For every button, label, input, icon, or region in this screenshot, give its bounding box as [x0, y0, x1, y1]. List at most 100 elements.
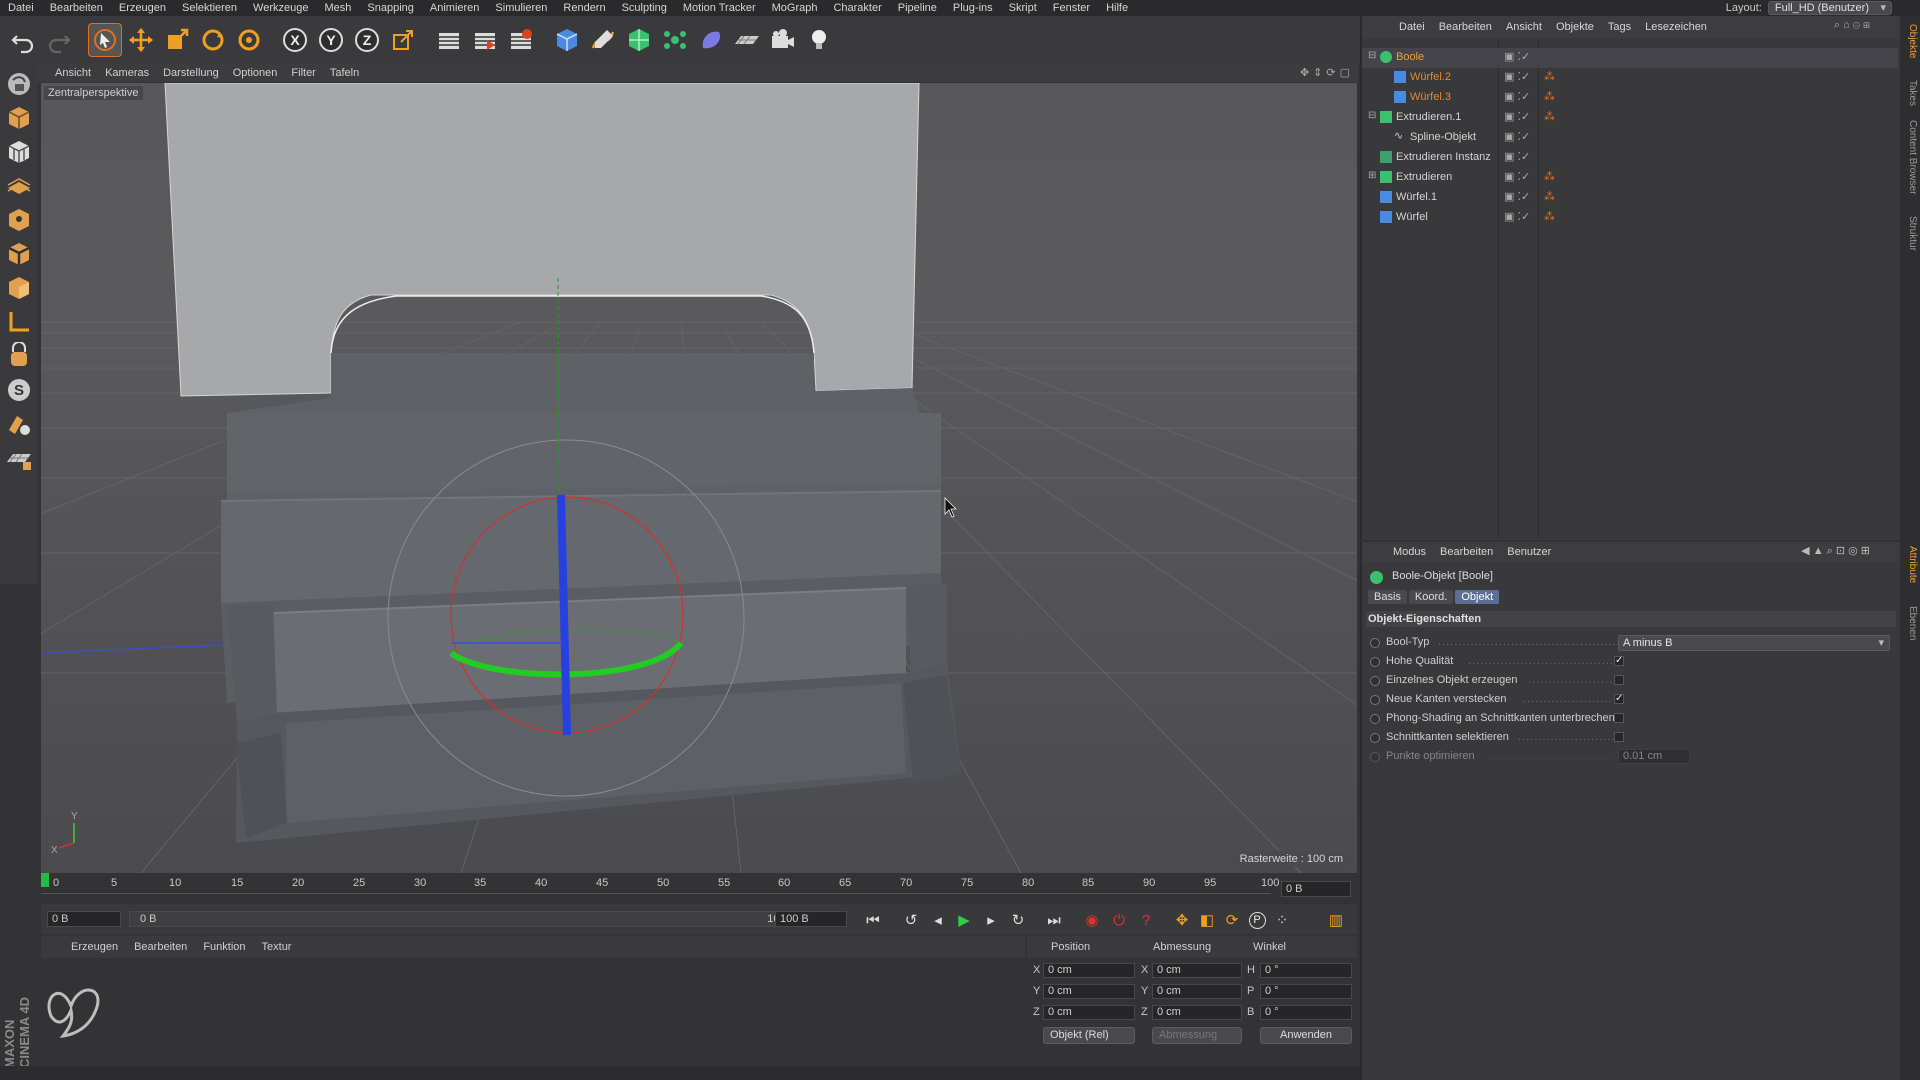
viewport-menu-filter[interactable]: Filter: [284, 67, 322, 79]
menu-snapping[interactable]: Snapping: [359, 2, 422, 14]
menu-rendern[interactable]: Rendern: [555, 2, 613, 14]
menu-animieren[interactable]: Animieren: [422, 2, 488, 14]
scale-key-icon[interactable]: ◧: [1196, 910, 1218, 930]
menu-datei[interactable]: Datei: [0, 2, 42, 14]
checkbox-unchecked[interactable]: [1614, 713, 1624, 723]
snap-icon[interactable]: [3, 340, 35, 372]
timeline-ruler[interactable]: 0 5 10 15 20 25 30 35 40 45 50 55 60 65 …: [41, 873, 1357, 903]
light-icon[interactable]: [802, 23, 836, 57]
maximize-view-icon[interactable]: ▢: [1340, 66, 1350, 79]
render-settings-icon[interactable]: [504, 23, 538, 57]
playhead[interactable]: [41, 873, 49, 887]
render-picture-viewer-icon[interactable]: [468, 23, 502, 57]
tweak-icon[interactable]: [3, 306, 35, 338]
layout-select[interactable]: Full_HD (Benutzer): [1767, 1, 1892, 15]
object-row-spline[interactable]: ∿ Spline-Objekt ▣ ⁚✓: [1362, 128, 1898, 148]
checkbox-checked[interactable]: ✓: [1614, 656, 1624, 666]
render-view-icon[interactable]: [432, 23, 466, 57]
play-icon[interactable]: ▶: [953, 910, 975, 930]
anim-radio[interactable]: [1370, 695, 1380, 705]
x-axis-icon[interactable]: X: [278, 23, 312, 57]
menu-simulieren[interactable]: Simulieren: [487, 2, 555, 14]
current-frame-field[interactable]: 0 B: [1281, 881, 1351, 897]
phong-tag-icon[interactable]: ⁂: [1544, 110, 1555, 123]
coord-rot-b-field[interactable]: 0 °: [1260, 1005, 1352, 1020]
coord-size-z-field[interactable]: 0 cm: [1152, 1005, 1242, 1020]
pan-view-icon[interactable]: ✥: [1300, 66, 1309, 79]
object-row-boole[interactable]: ⊟ Boole ▣ ⁚✓: [1362, 48, 1898, 68]
object-row-extrudieren[interactable]: ⊞ Extrudieren ▣ ⁚✓ ⁂: [1362, 168, 1898, 188]
menu-mesh[interactable]: Mesh: [316, 2, 359, 14]
tab-koord[interactable]: Koord.: [1408, 590, 1454, 604]
anim-radio[interactable]: [1370, 657, 1380, 667]
rotate-icon[interactable]: [196, 23, 230, 57]
apply-button[interactable]: Anwenden: [1260, 1027, 1352, 1044]
anim-radio[interactable]: [1370, 733, 1380, 743]
phong-tag-icon[interactable]: ⁂: [1544, 90, 1555, 103]
phong-tag-icon[interactable]: ⁂: [1544, 70, 1555, 83]
dolly-view-icon[interactable]: ⇕: [1313, 66, 1322, 79]
material-menu-funktion[interactable]: Funktion: [195, 941, 253, 953]
object-name[interactable]: Extrudieren.1: [1396, 111, 1461, 123]
workplane-icon[interactable]: [3, 408, 35, 440]
viewport-menu-optionen[interactable]: Optionen: [226, 67, 285, 79]
side-tab-content-browser[interactable]: Content Browser: [1902, 120, 1918, 194]
material-menu-textur[interactable]: Textur: [254, 941, 300, 953]
om-menu-bearbeiten[interactable]: Bearbeiten: [1432, 21, 1499, 33]
deformer-icon[interactable]: [694, 23, 728, 57]
side-tab-objekte[interactable]: Objekte: [1902, 24, 1918, 58]
side-tab-struktur[interactable]: Struktur: [1902, 216, 1918, 251]
bool-type-select[interactable]: A minus B: [1618, 635, 1890, 651]
object-name[interactable]: Würfel.2: [1410, 71, 1451, 83]
object-name[interactable]: Spline-Objekt: [1410, 131, 1476, 143]
subdivision-icon[interactable]: [622, 23, 656, 57]
object-row-extrudieren-instanz[interactable]: Extrudieren Instanz ▣ ⁚✓: [1362, 148, 1898, 168]
keyframe-selection-icon[interactable]: ?: [1135, 910, 1157, 930]
om-menu-objekte[interactable]: Objekte: [1549, 21, 1601, 33]
menu-pipeline[interactable]: Pipeline: [890, 2, 945, 14]
goto-start-icon[interactable]: ⏮: [862, 910, 884, 930]
om-menu-datei[interactable]: Datei: [1392, 21, 1432, 33]
anim-radio[interactable]: [1370, 676, 1380, 686]
expand-icon[interactable]: ⊞: [1368, 170, 1376, 181]
object-name[interactable]: Würfel.1: [1396, 191, 1437, 203]
punkte-optimieren-field[interactable]: 0.01 cm: [1618, 749, 1690, 764]
om-menu-ansicht[interactable]: Ansicht: [1499, 21, 1549, 33]
menu-skript[interactable]: Skript: [1001, 2, 1045, 14]
menu-hilfe[interactable]: Hilfe: [1098, 2, 1136, 14]
checkbox-unchecked[interactable]: [1614, 732, 1624, 742]
point-level-icon[interactable]: ⁘: [1271, 910, 1293, 930]
coord-mode-select[interactable]: Objekt (Rel): [1043, 1027, 1135, 1044]
om-menu-tags[interactable]: Tags: [1601, 21, 1638, 33]
menu-sculpting[interactable]: Sculpting: [614, 2, 675, 14]
anim-radio[interactable]: [1370, 714, 1380, 724]
coord-pos-y-field[interactable]: 0 cm: [1043, 984, 1135, 999]
preview-start-field[interactable]: 0 B: [47, 911, 121, 927]
camera-icon[interactable]: [766, 23, 800, 57]
checkbox-unchecked[interactable]: [1614, 675, 1624, 685]
object-name[interactable]: Extrudieren Instanz: [1396, 151, 1491, 163]
record-icon[interactable]: ◉: [1081, 910, 1103, 930]
visibility-toggle[interactable]: ▣ ⁚✓: [1504, 90, 1530, 103]
viewport-menu-ansicht[interactable]: Ansicht: [48, 67, 98, 79]
coordinate-system-icon[interactable]: [386, 23, 420, 57]
visibility-toggle[interactable]: ▣ ⁚✓: [1504, 50, 1530, 63]
visibility-toggle[interactable]: ▣ ⁚✓: [1504, 110, 1530, 123]
next-key-icon[interactable]: ↻: [1007, 910, 1029, 930]
points-mode-icon[interactable]: [3, 170, 35, 202]
floor-icon[interactable]: [730, 23, 764, 57]
3d-viewport[interactable]: Y X Zentralperspektive Rasterweite : 100…: [41, 83, 1357, 873]
axis-mode-icon[interactable]: [3, 272, 35, 304]
menu-motion-tracker[interactable]: Motion Tracker: [675, 2, 764, 14]
camera-label[interactable]: Zentralperspektive: [44, 86, 143, 100]
coord-size-mode-select[interactable]: Abmessung: [1152, 1027, 1242, 1044]
visibility-toggle[interactable]: ▣ ⁚✓: [1504, 170, 1530, 183]
material-menu-erzeugen[interactable]: Erzeugen: [63, 941, 126, 953]
coord-size-x-field[interactable]: 0 cm: [1152, 963, 1242, 978]
am-menu-modus[interactable]: Modus: [1386, 546, 1433, 558]
prev-key-icon[interactable]: ↺: [900, 910, 922, 930]
undo-icon[interactable]: [6, 23, 40, 57]
om-search-icon[interactable]: ⌕ ⌂ ⊝ ⊞: [1834, 19, 1870, 32]
side-tab-ebenen[interactable]: Ebenen: [1902, 606, 1918, 640]
visibility-toggle[interactable]: ▣ ⁚✓: [1504, 150, 1530, 163]
